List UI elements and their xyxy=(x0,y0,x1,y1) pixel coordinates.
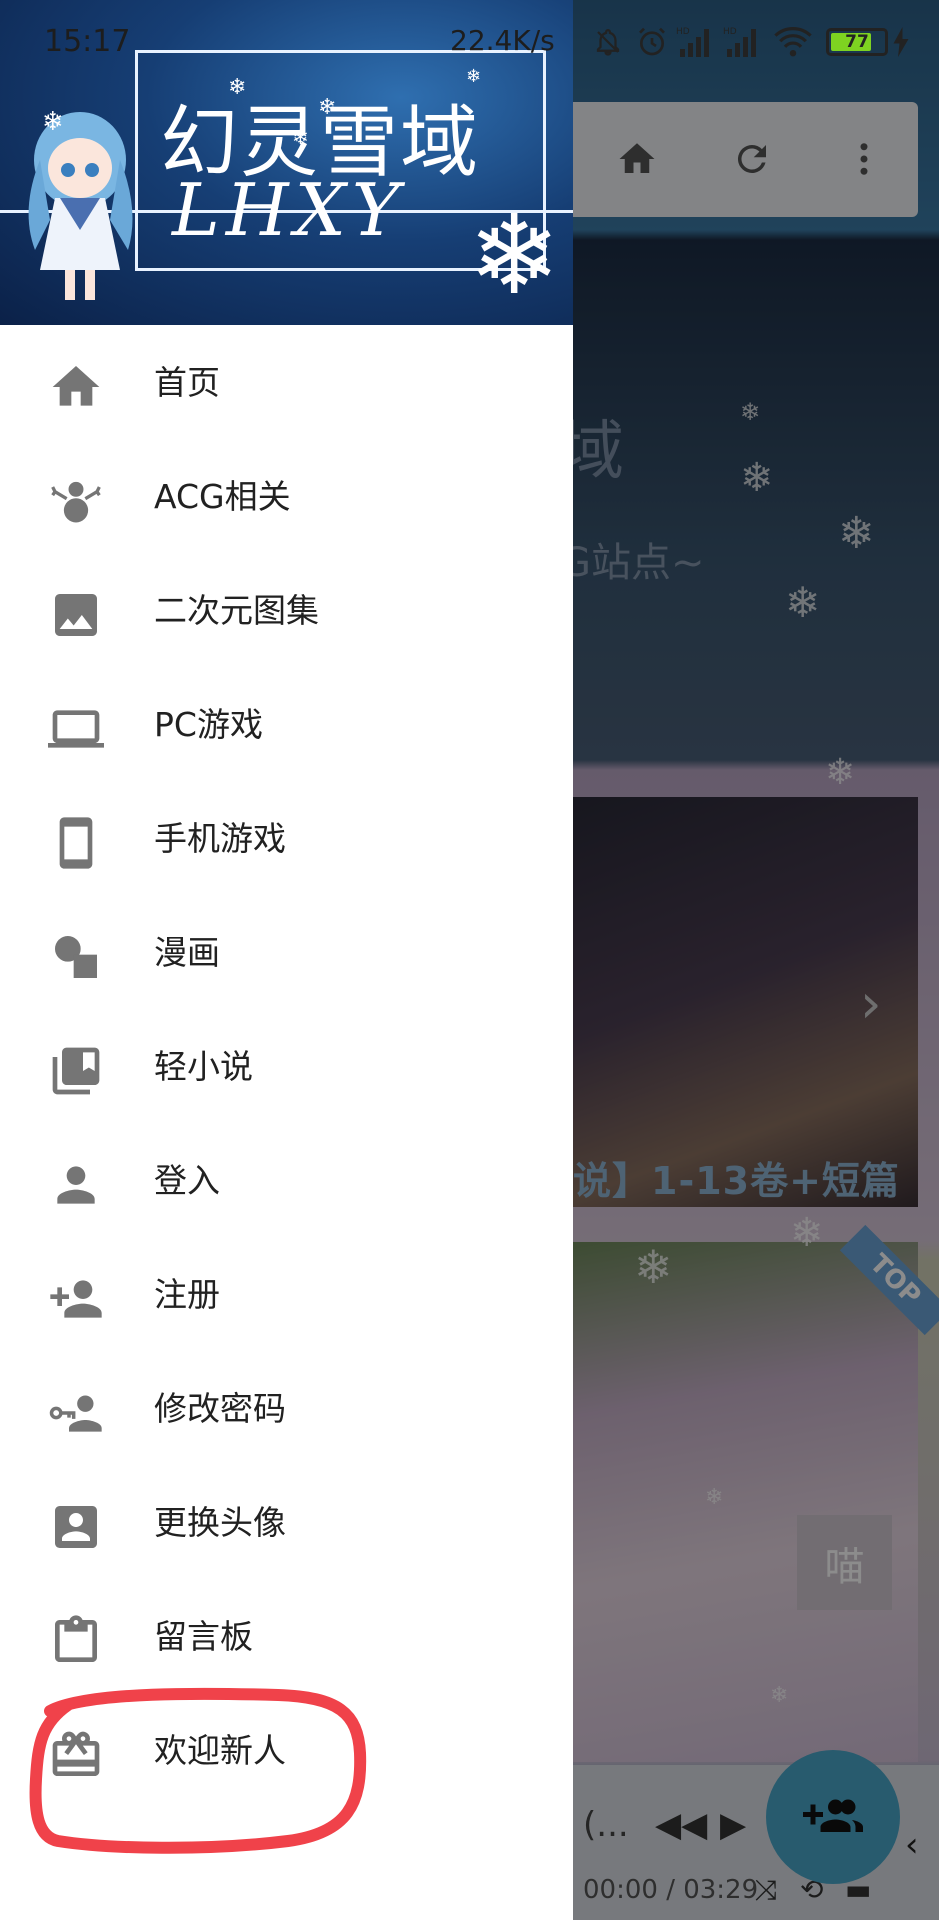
status-bar: 15:17 22.4K/s HD HD 77 xyxy=(0,0,939,84)
library-books-icon xyxy=(52,1047,100,1095)
site-logo-subtitle: LHXY xyxy=(172,168,406,252)
menu-item-home[interactable]: 首页 xyxy=(0,326,573,440)
battery-level: 77 xyxy=(845,32,869,52)
menu-item-label: 轻小说 xyxy=(154,1047,253,1086)
battery-icon: 77 xyxy=(826,28,888,56)
menu-item-label: 登入 xyxy=(154,1161,220,1200)
snowman-icon xyxy=(51,481,101,523)
snowflake-icon: ❄ xyxy=(318,95,337,120)
snowflake-icon: ❄ xyxy=(292,125,309,149)
menu-item-light-novels[interactable]: 轻小说 xyxy=(0,1010,573,1124)
menu-item-change-password[interactable]: 修改密码 xyxy=(0,1352,573,1466)
menu-item-label: 更换头像 xyxy=(154,1503,286,1542)
account-box-icon xyxy=(55,1506,97,1548)
annotation-circle xyxy=(29,1687,367,1854)
menu-item-message-board[interactable]: 留言板 xyxy=(0,1580,573,1694)
menu-item-label: 留言板 xyxy=(154,1617,253,1656)
menu-item-change-avatar[interactable]: 更换头像 xyxy=(0,1466,573,1580)
svg-text:HD: HD xyxy=(723,27,737,37)
person-add-icon xyxy=(50,1280,102,1318)
key-person-icon xyxy=(49,1395,102,1432)
navigation-drawer: 幻灵雪域 LHXY ❄ ❄ ❄ ❄ ❄ ❄ 首页 ACG相关 二次元图集 PC游… xyxy=(0,0,573,1920)
menu-item-acg[interactable]: ACG相关 xyxy=(0,440,573,554)
charging-icon xyxy=(892,24,910,60)
mascot-character: ❄ xyxy=(28,107,133,300)
alarm-icon xyxy=(636,24,668,60)
menu-item-label: 修改密码 xyxy=(154,1389,286,1428)
mute-bell-icon xyxy=(593,24,623,60)
status-time: 15:17 xyxy=(44,24,131,59)
image-icon xyxy=(55,594,97,636)
person-icon xyxy=(57,1166,95,1204)
menu-item-comics[interactable]: 漫画 xyxy=(0,896,573,1010)
wifi-icon xyxy=(773,24,813,60)
shapes-icon xyxy=(55,936,97,978)
menu-item-label: ACG相关 xyxy=(154,477,291,516)
signal-hd-icon: HD xyxy=(676,24,716,60)
snowflake-icon: ❄ xyxy=(468,191,561,319)
menu-item-label: PC游戏 xyxy=(154,705,263,744)
menu-item-pc-games[interactable]: PC游戏 xyxy=(0,668,573,782)
menu-item-label: 手机游戏 xyxy=(154,819,286,858)
smartphone-icon xyxy=(59,817,93,869)
svg-text:❄: ❄ xyxy=(42,107,64,137)
signal-hd-icon: HD xyxy=(723,24,763,60)
menu-item-label: 注册 xyxy=(154,1275,220,1314)
network-speed: 22.4K/s xyxy=(450,24,555,57)
menu-item-register[interactable]: 注册 xyxy=(0,1238,573,1352)
clipboard-icon xyxy=(55,1615,97,1662)
svg-text:HD: HD xyxy=(676,27,690,37)
menu-item-login[interactable]: 登入 xyxy=(0,1124,573,1238)
laptop-icon xyxy=(48,710,104,748)
menu-item-label: 漫画 xyxy=(154,933,220,972)
menu-item-label: 二次元图集 xyxy=(154,591,319,630)
home-icon xyxy=(52,366,100,406)
menu-item-gallery[interactable]: 二次元图集 xyxy=(0,554,573,668)
menu-item-label: 首页 xyxy=(154,363,220,402)
menu-item-mobile-games[interactable]: 手机游戏 xyxy=(0,782,573,896)
